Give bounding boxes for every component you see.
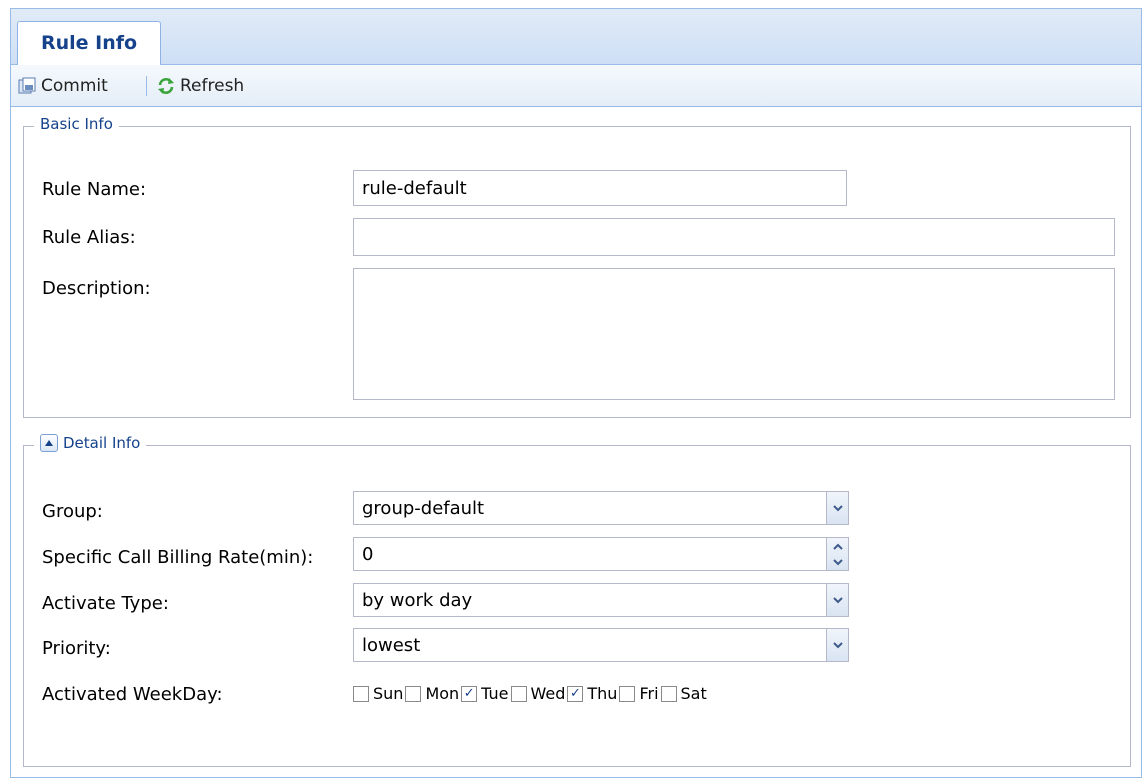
- weekday-sun: Sun: [353, 684, 405, 703]
- checkbox-sun[interactable]: [353, 685, 369, 702]
- weekday-tue-label: Tue: [481, 684, 509, 703]
- group-dropdown-trigger[interactable]: [826, 492, 848, 524]
- refresh-button[interactable]: Refresh: [156, 74, 244, 98]
- weekday-tue: ✓ Tue: [461, 684, 510, 703]
- weekday-thu-label: Thu: [587, 684, 618, 703]
- commit-button[interactable]: Commit: [17, 74, 108, 98]
- chevron-down-icon: [832, 641, 843, 648]
- refresh-label: Refresh: [180, 76, 245, 96]
- weekday-fri-label: Fri: [639, 684, 659, 703]
- chevron-down-icon: [832, 558, 843, 565]
- billing-rate-label: Specific Call Billing Rate(min):: [42, 547, 314, 568]
- collapse-toggle-button[interactable]: [40, 434, 58, 452]
- activate-type-label: Activate Type:: [42, 593, 169, 614]
- weekday-wed: Wed: [510, 684, 568, 703]
- description-textarea[interactable]: [353, 268, 1115, 400]
- priority-label: Priority:: [42, 638, 111, 659]
- basic-info-legend: Basic Info: [34, 115, 119, 133]
- weekday-wed-label: Wed: [530, 684, 566, 703]
- priority-select[interactable]: lowest: [353, 628, 849, 662]
- basic-info-fieldset: Basic Info Rule Name: Rule Alias: Descri…: [23, 115, 1131, 418]
- detail-info-fieldset: Detail Info Group: group-default Specifi…: [23, 434, 1131, 767]
- weekday-sun-label: Sun: [373, 684, 404, 703]
- rule-alias-input[interactable]: [353, 218, 1115, 256]
- group-select[interactable]: group-default: [353, 491, 849, 525]
- priority-value: lowest: [362, 634, 421, 656]
- rule-name-input[interactable]: [353, 170, 847, 206]
- group-label: Group:: [42, 501, 103, 522]
- refresh-icon: [158, 78, 174, 94]
- activate-type-select[interactable]: by work day: [353, 583, 849, 617]
- group-value: group-default: [362, 497, 485, 519]
- weekday-sat: Sat: [660, 684, 709, 703]
- checkbox-thu[interactable]: ✓: [567, 685, 584, 702]
- weekday-checkbox-group: Sun Mon ✓ Tue Wed ✓ Thu Fri Sat: [353, 684, 709, 703]
- chevron-down-icon: [832, 596, 843, 603]
- billing-rate-spinner[interactable]: 0: [353, 537, 849, 571]
- detail-info-legend: Detail Info: [34, 434, 147, 452]
- commit-label: Commit: [41, 76, 108, 96]
- rule-info-panel: Rule Info Commit Refresh Basic Info Rule…: [10, 8, 1142, 778]
- rule-alias-label: Rule Alias:: [42, 227, 136, 248]
- toolbar-separator: [146, 76, 147, 96]
- rule-name-label: Rule Name:: [42, 179, 147, 200]
- collapse-up-icon: [45, 440, 53, 446]
- checkbox-sat[interactable]: [660, 685, 677, 702]
- save-icon: [18, 77, 36, 94]
- weekday-fri: Fri: [619, 684, 660, 703]
- checkbox-fri[interactable]: [619, 685, 636, 702]
- activate-type-dropdown-trigger[interactable]: [826, 584, 848, 616]
- checkbox-mon[interactable]: [405, 685, 422, 702]
- chevron-up-icon: [832, 543, 843, 550]
- activated-weekday-label: Activated WeekDay:: [42, 684, 223, 705]
- chevron-down-icon: [832, 504, 843, 511]
- weekday-mon-label: Mon: [425, 684, 460, 703]
- tab-rule-info[interactable]: Rule Info: [17, 21, 161, 66]
- checkbox-wed[interactable]: [510, 685, 527, 702]
- weekday-mon: Mon: [405, 684, 461, 703]
- weekday-sat-label: Sat: [680, 684, 707, 703]
- activate-type-value: by work day: [362, 589, 473, 611]
- description-label: Description:: [42, 278, 151, 299]
- tab-strip: Rule Info: [11, 9, 1141, 66]
- toolbar: Commit Refresh: [11, 65, 1141, 107]
- billing-rate-spin-trigger: [826, 538, 848, 570]
- detail-info-title: Detail Info: [63, 434, 141, 452]
- basic-info-title: Basic Info: [40, 115, 113, 133]
- priority-dropdown-trigger[interactable]: [826, 629, 848, 661]
- checkbox-tue[interactable]: ✓: [461, 685, 478, 702]
- billing-rate-value: 0: [362, 543, 374, 565]
- spin-down-button[interactable]: [827, 554, 848, 570]
- spin-up-button[interactable]: [827, 538, 848, 554]
- weekday-thu: ✓ Thu: [567, 684, 619, 703]
